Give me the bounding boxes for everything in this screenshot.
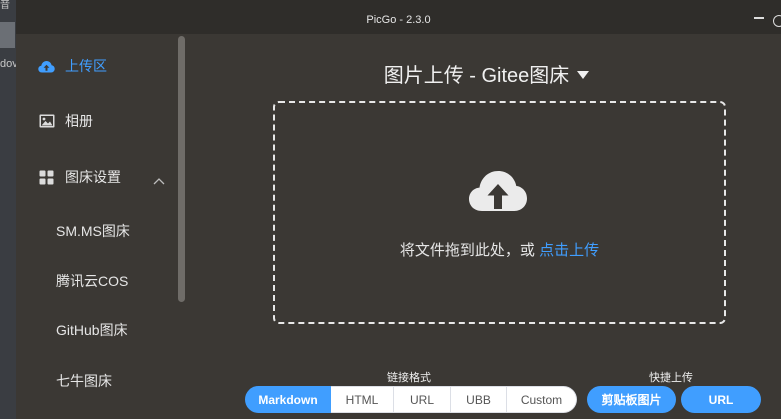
link-format-group: Markdown HTML URL UBB Custom [245,386,577,413]
close-button[interactable] [773,15,781,27]
format-ubb-button[interactable]: UBB [451,386,507,413]
page-title: 图片上传 - Gitee图床 [383,65,570,87]
background-window-text: 音 [0,0,10,11]
picgo-window: PicGo - 2.3.0 上传区 相册 图床设置 SM.MS图床 腾讯云COS… [16,0,781,419]
grid-icon [38,169,55,186]
clipboard-upload-button[interactable]: 剪贴板图片 [587,386,676,413]
sidebar-item-label: 上传区 [65,58,107,74]
drop-text: 将文件拖到此处，或 [399,242,540,259]
background-window-block [0,22,15,48]
title-bar: PicGo - 2.3.0 [16,0,781,34]
sidebar-subitem-tencent-cos[interactable]: 腾讯云COS [56,271,128,291]
sidebar-item-pic-bed-settings[interactable]: 图床设置 [38,167,121,187]
format-url-button[interactable]: URL [394,386,451,413]
click-to-upload-link[interactable]: 点击上传 [539,242,599,259]
sidebar-item-label: 图床设置 [65,169,121,185]
sidebar-item-label: 相册 [65,113,93,129]
sidebar-subitem-github[interactable]: GitHub图床 [56,320,128,340]
sidebar: 上传区 相册 图床设置 SM.MS图床 腾讯云COS GitHub图床 七牛图床 [16,34,192,419]
link-format-label: 链接格式 [387,372,431,384]
chevron-up-icon[interactable] [153,172,165,190]
cloud-upload-icon [468,169,528,218]
format-markdown-button[interactable]: Markdown [245,386,331,413]
pic-bed-selector[interactable]: 图片上传 - Gitee图床 [192,59,781,88]
sidebar-item-upload[interactable]: 上传区 [38,56,107,76]
url-upload-button[interactable]: URL [681,386,761,413]
sidebar-subitem-qiniu[interactable]: 七牛图床 [56,371,112,391]
cloud-upload-icon [38,58,55,75]
quick-upload-label: 快捷上传 [649,372,693,384]
drop-zone[interactable]: 将文件拖到此处，或 点击上传 [273,101,726,324]
sidebar-subitem-smms[interactable]: SM.MS图床 [56,221,130,241]
sidebar-scrollbar[interactable] [178,36,185,302]
picture-icon [38,113,55,130]
background-window: 音 dov [0,0,16,419]
background-window-text-side: dov [0,58,16,70]
sidebar-item-gallery[interactable]: 相册 [38,111,93,131]
drop-instructions: 将文件拖到此处，或 点击上传 [275,239,724,260]
caret-down-icon [577,70,590,79]
window-title: PicGo - 2.3.0 [366,14,431,26]
upload-area: 图片上传 - Gitee图床 将文件拖到此处，或 点击上传 链接格式 Markd… [192,34,781,419]
format-html-button[interactable]: HTML [331,386,394,413]
minimize-button[interactable] [754,8,766,22]
format-custom-button[interactable]: Custom [507,386,577,413]
